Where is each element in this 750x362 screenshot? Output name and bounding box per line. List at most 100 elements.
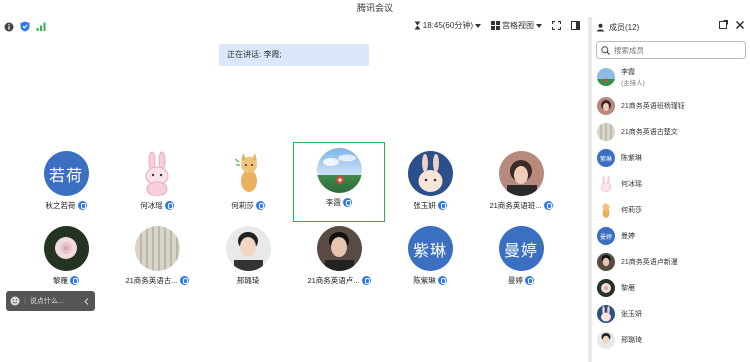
close-icon[interactable] xyxy=(736,20,744,29)
member-item[interactable]: 21商务英语卢新漫 xyxy=(592,249,750,275)
mic-icon xyxy=(343,198,352,207)
avatar xyxy=(134,226,180,271)
participant-tile[interactable]: 邢璐琦 xyxy=(202,220,294,298)
participant-name: 李霞 xyxy=(326,198,341,207)
participant-name: 21商务英语班... xyxy=(489,201,542,210)
participant-tile-active[interactable]: 李霞 xyxy=(293,142,385,222)
participant-tile[interactable]: 若荷 秋之若荷 xyxy=(20,145,112,223)
member-name: 何莉莎 xyxy=(621,206,642,214)
member-item[interactable]: 曼婷 曼婷 xyxy=(592,223,750,249)
member-item[interactable]: 邢璐琦 xyxy=(592,327,750,353)
member-name: 何冰瑶 xyxy=(621,180,642,188)
mic-icon xyxy=(543,201,553,210)
meeting-timer[interactable]: 18:45(60分钟) xyxy=(414,20,481,31)
search-icon xyxy=(601,45,610,55)
avatar xyxy=(597,279,615,297)
member-name: 张玉妍 xyxy=(621,310,642,318)
avatar xyxy=(597,201,615,219)
avatar xyxy=(597,123,615,141)
member-item-host[interactable]: 李霞 (主持人) xyxy=(592,61,750,93)
participant-tile[interactable]: 何莉莎 xyxy=(202,145,294,223)
member-name: 21商务英语班杨瑾钰 xyxy=(621,102,685,110)
member-name: 21商务英语古楚文 xyxy=(621,128,678,136)
member-name: 陈紫琳 xyxy=(621,154,642,162)
avatar: 紫琳 xyxy=(597,149,615,167)
pop-out-icon[interactable] xyxy=(719,20,728,29)
avatar: 曼婷 xyxy=(498,226,544,271)
participant-tile[interactable]: 21商务英语卢... xyxy=(293,220,385,298)
avatar xyxy=(597,305,615,323)
security-shield-icon[interactable] xyxy=(20,21,30,32)
chevron-down-icon xyxy=(536,23,542,28)
sidebar-toggle-icon[interactable] xyxy=(571,21,580,30)
member-item[interactable]: 何莉莎 xyxy=(592,197,750,223)
participant-name: 陈紫琳 xyxy=(413,276,436,285)
grid-view-icon xyxy=(491,21,500,30)
members-panel: 成员(12) 李霞 (主持人) 21商务英语班杨瑾钰 21商务英语古楚文 紫琳 陈… xyxy=(592,17,750,362)
avatar xyxy=(316,148,362,193)
member-item[interactable]: 张玉妍 xyxy=(592,301,750,327)
participant-name: 何莉莎 xyxy=(231,201,254,210)
mic-icon xyxy=(361,276,371,285)
participant-tile[interactable]: 21商务英语班... xyxy=(475,145,567,223)
hourglass-icon xyxy=(414,21,421,30)
participant-name: 邢璐琦 xyxy=(236,276,260,285)
member-name: 李霞 xyxy=(621,68,635,76)
member-item[interactable]: 21商务英语班杨瑾钰 xyxy=(592,93,750,119)
member-role: (主持人) xyxy=(621,79,645,87)
avatar xyxy=(498,151,544,196)
chat-input-bar[interactable]: | 说点什么... xyxy=(6,291,95,311)
window-title: 腾讯会议 xyxy=(0,0,750,17)
participant-name: 何冰瑶 xyxy=(140,201,163,210)
meeting-toolbar: 18:45(60分钟) 宫格视图 xyxy=(0,17,588,37)
member-search-input[interactable] xyxy=(614,45,734,55)
avatar xyxy=(225,151,271,196)
participant-name: 秋之若荷 xyxy=(45,201,76,210)
participant-tile[interactable]: 21商务英语古... xyxy=(111,220,203,298)
avatar xyxy=(225,226,271,271)
participant-name: 21商务英语卢... xyxy=(307,276,360,285)
chevron-down-icon xyxy=(475,23,481,28)
participant-tile[interactable]: 张玉妍 xyxy=(384,145,476,223)
participant-name: 21商务英语古... xyxy=(125,276,178,285)
view-mode-label: 宫格视图 xyxy=(502,21,534,30)
video-grid-area: 正在讲话: 李霞; 若荷 秋之若荷 何冰瑶 何莉莎 李霞 张玉妍 21商务英语班… xyxy=(0,37,588,362)
avatar: 紫琳 xyxy=(407,226,453,271)
members-panel-title: 成员(12) xyxy=(609,22,640,32)
participant-tile[interactable]: 曼婷 曼婷 xyxy=(475,220,567,298)
member-name: 曼婷 xyxy=(621,232,635,240)
avatar xyxy=(316,226,362,271)
chat-placeholder[interactable]: 说点什么... xyxy=(30,296,64,306)
mic-icon xyxy=(70,276,79,285)
participant-name: 黎雁 xyxy=(53,276,68,285)
participant-tile[interactable]: 紫琳 陈紫琳 xyxy=(384,220,476,298)
emoji-icon[interactable] xyxy=(10,296,20,306)
participant-tile[interactable]: 黎雁 xyxy=(20,220,112,298)
member-item[interactable]: 何冰瑶 xyxy=(592,171,750,197)
avatar: 曼婷 xyxy=(597,227,615,245)
mic-icon xyxy=(525,276,534,285)
mic-icon xyxy=(437,201,447,210)
avatar xyxy=(597,68,615,86)
collapse-chevron-icon[interactable] xyxy=(84,297,89,305)
avatar xyxy=(597,97,615,115)
member-item[interactable]: 紫琳 陈紫琳 xyxy=(592,145,750,171)
avatar xyxy=(597,331,615,349)
member-search-field[interactable] xyxy=(596,41,746,59)
member-name: 黎雁 xyxy=(621,284,635,292)
mic-icon xyxy=(179,276,189,285)
speaking-indicator: 正在讲话: 李霞; xyxy=(219,44,369,66)
member-name: 邢璐琦 xyxy=(621,336,642,344)
signal-strength-icon[interactable] xyxy=(36,22,46,31)
participant-tile[interactable]: 何冰瑶 xyxy=(111,145,203,223)
avatar xyxy=(597,253,615,271)
members-icon xyxy=(596,23,605,32)
avatar xyxy=(597,175,615,193)
fullscreen-icon[interactable] xyxy=(552,21,561,30)
view-mode-button[interactable]: 宫格视图 xyxy=(491,20,542,31)
member-item[interactable]: 21商务英语古楚文 xyxy=(592,119,750,145)
info-icon[interactable] xyxy=(4,22,14,32)
member-item[interactable]: 黎雁 xyxy=(592,275,750,301)
meeting-time-text: 18:45(60分钟) xyxy=(422,21,473,30)
participant-name: 曼婷 xyxy=(508,276,523,285)
